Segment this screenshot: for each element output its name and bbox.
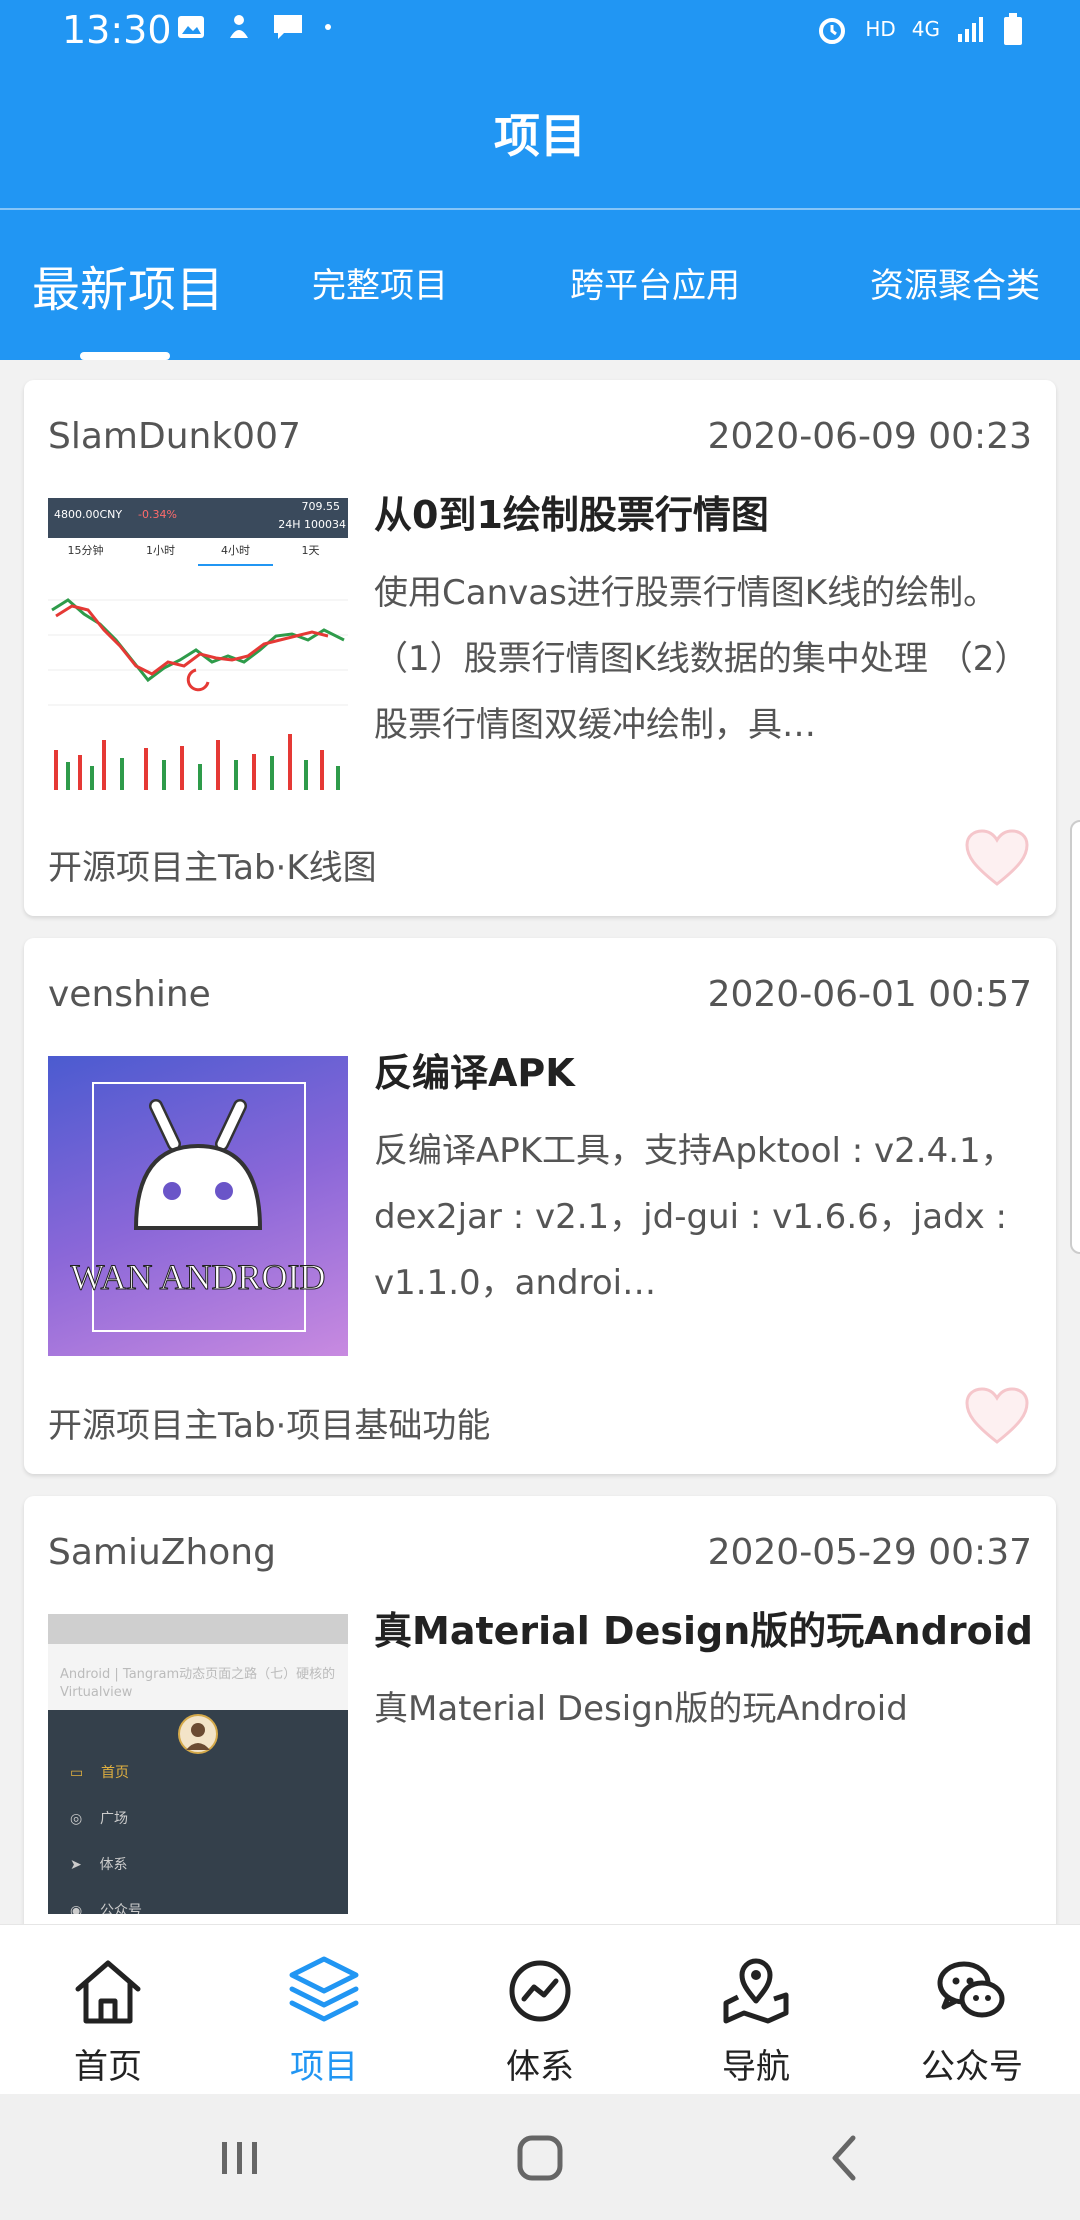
project-title: 真Material Design版的玩Android bbox=[374, 1609, 1034, 1653]
tab-complete[interactable]: 完整项目 bbox=[312, 258, 448, 307]
project-thumbnail[interactable]: WAN ANDROID bbox=[48, 1056, 348, 1356]
thumb-wan-android-label: WAN ANDROID bbox=[70, 1257, 326, 1298]
thumb-tab: 1小时 bbox=[146, 544, 175, 557]
message-icon bbox=[274, 15, 302, 39]
thumb-change: -0.34% bbox=[138, 508, 177, 521]
project-title: 从0到1绘制股票行情图 bbox=[374, 493, 769, 537]
nav-home[interactable]: 首页 bbox=[0, 1951, 216, 2088]
thumb-menu-square: ◎ 广场 bbox=[70, 1811, 129, 1827]
project-date: 2020-05-29 00:37 bbox=[707, 1532, 1032, 1573]
nav-label: 项目 bbox=[290, 2047, 358, 2087]
project-title: 反编译APK bbox=[374, 1051, 575, 1095]
image-icon bbox=[178, 16, 204, 38]
thumb-high: 709.55 bbox=[301, 500, 341, 513]
battery-icon bbox=[1004, 13, 1022, 45]
network-label: 4G bbox=[911, 17, 940, 41]
thumb-tab: 1天 bbox=[301, 544, 320, 557]
map-pin-icon bbox=[723, 1958, 789, 2024]
project-card[interactable]: SamiuZhong 2020-05-29 00:37 Android | Ta… bbox=[24, 1496, 1056, 1924]
project-card[interactable]: venshine 2020-06-01 00:57 WAN ANDROID 反编… bbox=[24, 938, 1056, 1474]
thumb-tab: 15分钟 bbox=[67, 544, 104, 557]
page-title: 项目 bbox=[494, 109, 586, 163]
nav-label: 体系 bbox=[506, 2047, 574, 2087]
tab-resources[interactable]: 资源聚合类 bbox=[870, 258, 1040, 307]
scroll-handle[interactable] bbox=[1070, 820, 1080, 1254]
app-header: 13:30 HD 4G 项目 最新项目 完整项目 跨平台应用 资源聚合类 bbox=[0, 0, 1080, 360]
signal-icon bbox=[958, 17, 983, 42]
nav-label: 首页 bbox=[74, 2047, 142, 2087]
person-icon bbox=[230, 15, 248, 38]
project-thumbnail[interactable]: Android | Tangram动态页面之路（七）硬核的Virtualview… bbox=[48, 1614, 348, 1914]
tab-indicator bbox=[80, 352, 170, 360]
project-chapter[interactable]: 开源项目主Tab·项目基础功能 bbox=[48, 1398, 490, 1447]
thumb-price: 4800.00CNY bbox=[54, 508, 123, 521]
thumb-header-text: Android | Tangram动态页面之路（七）硬核的Virtualview bbox=[60, 1667, 336, 1700]
status-bar: 13:30 HD 4G bbox=[0, 0, 1080, 68]
nav-system[interactable]: 体系 bbox=[432, 1951, 648, 2088]
status-time: 13:30 bbox=[62, 8, 172, 52]
nav-navigation[interactable]: 导航 bbox=[648, 1951, 864, 2088]
nav-label: 导航 bbox=[722, 2047, 790, 2087]
system-navigation-bar bbox=[0, 2094, 1080, 2220]
wechat-icon bbox=[937, 1961, 1005, 2018]
project-description: 反编译APK工具，支持Apktool : v2.4.1，dex2jar : v2… bbox=[374, 1131, 1015, 1303]
avatar bbox=[178, 1714, 218, 1754]
project-list[interactable]: SlamDunk007 2020-06-09 00:23 4800.00CNY … bbox=[0, 362, 1080, 1924]
dot-icon bbox=[325, 24, 331, 30]
favorite-heart-icon[interactable] bbox=[964, 828, 1030, 888]
project-tabs: 最新项目 完整项目 跨平台应用 资源聚合类 bbox=[0, 210, 1080, 360]
thumb-tab: 4小时 bbox=[198, 542, 273, 566]
project-author: venshine bbox=[48, 974, 211, 1015]
project-author: SamiuZhong bbox=[48, 1532, 276, 1573]
notification-icons bbox=[176, 12, 334, 42]
thumb-volume: 24H 100034 bbox=[278, 518, 346, 531]
back-icon[interactable] bbox=[815, 2128, 875, 2188]
favorite-heart-icon[interactable] bbox=[964, 1386, 1030, 1446]
trend-icon bbox=[509, 1960, 571, 2022]
thumb-menu-system: ➤ 体系 bbox=[70, 1857, 128, 1873]
project-date: 2020-06-01 00:57 bbox=[707, 974, 1032, 1015]
alarm-icon bbox=[819, 18, 846, 44]
project-description: 真Material Design版的玩Android bbox=[374, 1689, 908, 1729]
nav-label: 公众号 bbox=[921, 2047, 1023, 2087]
tab-cross-platform[interactable]: 跨平台应用 bbox=[570, 258, 740, 307]
nav-wechat[interactable]: 公众号 bbox=[864, 1951, 1080, 2088]
hd-label: HD bbox=[865, 17, 896, 41]
system-status-icons: HD 4G bbox=[815, 12, 1024, 46]
home-button-icon[interactable] bbox=[510, 2128, 570, 2188]
project-author: SlamDunk007 bbox=[48, 416, 301, 457]
layers-icon bbox=[289, 1956, 359, 2022]
bottom-navigation: 首页 项目 体系 导航 公众号 bbox=[0, 1924, 1080, 2095]
thumb-header: Android | Tangram动态页面之路（七）硬核的Virtualview bbox=[48, 1614, 348, 1710]
recent-apps-icon[interactable] bbox=[210, 2128, 270, 2188]
project-card[interactable]: SlamDunk007 2020-06-09 00:23 4800.00CNY … bbox=[24, 380, 1056, 916]
tab-latest[interactable]: 最新项目 bbox=[32, 250, 224, 320]
nav-project[interactable]: 项目 bbox=[216, 1951, 432, 2088]
project-date: 2020-06-09 00:23 bbox=[707, 416, 1032, 457]
home-icon bbox=[75, 1960, 141, 2024]
thumb-interval-tabs: 15分钟 1小时 4小时 1天 bbox=[48, 542, 348, 566]
project-chapter[interactable]: 开源项目主Tab·K线图 bbox=[48, 840, 377, 889]
thumb-price-bar: 4800.00CNY -0.34% 709.55 24H 100034 bbox=[48, 498, 348, 538]
android-logo-icon bbox=[133, 1099, 263, 1230]
thumb-menu-account: ◉ 公众号 bbox=[70, 1903, 143, 1914]
thumb-menu-home: ▭ 首页 bbox=[70, 1765, 130, 1781]
project-thumbnail[interactable]: 4800.00CNY -0.34% 709.55 24H 100034 15分钟… bbox=[48, 498, 348, 798]
project-description: 使用Canvas进行股票行情图K线的绘制。 （1）股票行情图K线数据的集中处理 … bbox=[374, 573, 1012, 745]
candlestick-chart bbox=[48, 598, 348, 790]
